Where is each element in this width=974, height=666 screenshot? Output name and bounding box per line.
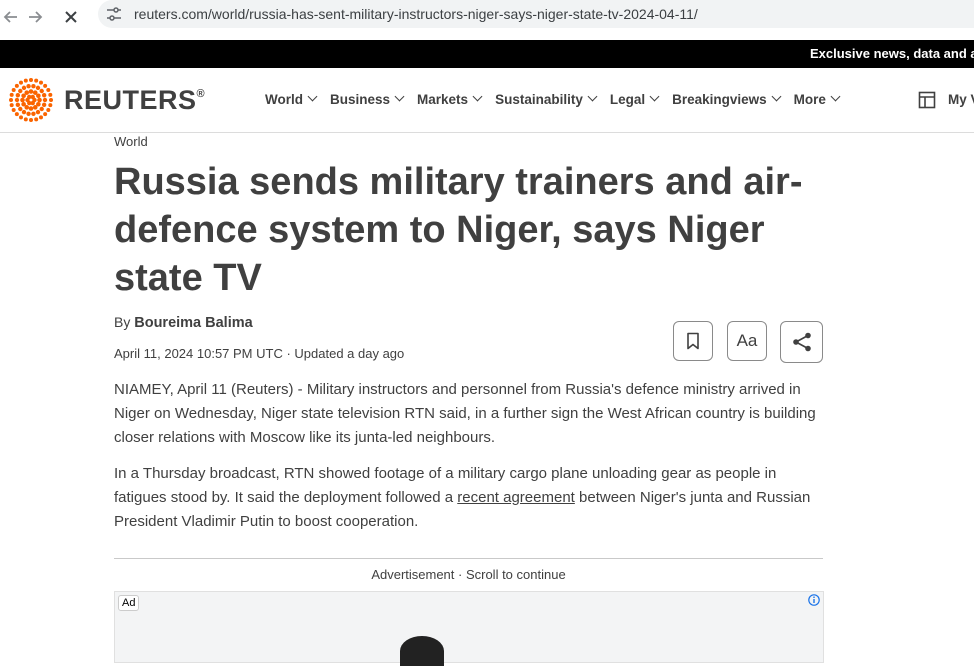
main-nav: World Business Markets Sustainability Le… bbox=[265, 91, 853, 107]
arrow-right-icon[interactable] bbox=[24, 6, 46, 28]
article-dateline: April 11, 2024 10:57 PM UTC · Updated a … bbox=[114, 346, 405, 361]
reuters-logo-text[interactable]: REUTERS® bbox=[64, 85, 205, 116]
share-button[interactable] bbox=[780, 321, 823, 363]
logo-registered-mark: ® bbox=[196, 88, 206, 100]
article-paragraph-2: In a Thursday broadcast, RTN showed foot… bbox=[114, 462, 824, 534]
chevron-down-icon bbox=[830, 91, 841, 102]
logo-wordmark: REUTERS bbox=[64, 85, 197, 115]
ad-badge: Ad bbox=[118, 595, 140, 611]
byline: By Boureima Balima bbox=[114, 314, 253, 331]
nav-item-markets[interactable]: Markets bbox=[417, 91, 483, 107]
my-view-link[interactable]: My V bbox=[948, 92, 974, 107]
close-icon[interactable] bbox=[60, 6, 82, 28]
nav-item-business[interactable]: Business bbox=[330, 91, 405, 107]
nav-label: Sustainability bbox=[495, 92, 583, 107]
nav-label: Breakingviews bbox=[672, 92, 767, 107]
bookmark-icon bbox=[687, 332, 699, 350]
article-paragraph-1: NIAMEY, April 11 (Reuters) - Military in… bbox=[114, 381, 816, 446]
chevron-down-icon bbox=[587, 91, 598, 102]
article-headline: Russia sends military trainers and air-d… bbox=[114, 161, 803, 299]
promo-banner[interactable]: Exclusive news, data and a bbox=[0, 40, 974, 68]
nav-label: Business bbox=[330, 92, 391, 107]
url-text[interactable]: reuters.com/world/russia-has-sent-milita… bbox=[134, 6, 698, 22]
section-link[interactable]: World bbox=[114, 134, 148, 149]
advertisement-slot[interactable] bbox=[114, 591, 824, 663]
advertisement-label: Advertisement · Scroll to continue bbox=[371, 567, 566, 582]
text-size-label: Aa bbox=[736, 331, 758, 350]
banner-text[interactable]: Exclusive news, data and a bbox=[810, 46, 974, 61]
bookmark-button[interactable] bbox=[673, 321, 713, 361]
nav-item-breakingviews[interactable]: Breakingviews bbox=[672, 91, 782, 107]
nav-item-legal[interactable]: Legal bbox=[609, 91, 660, 107]
browser-toolbar: reuters.com/world/russia-has-sent-milita… bbox=[0, 0, 974, 41]
arrow-left-icon[interactable] bbox=[0, 6, 22, 28]
ad-image[interactable] bbox=[400, 636, 444, 666]
recent-agreement-link[interactable]: recent agreement bbox=[457, 489, 575, 506]
author-link[interactable]: Boureima Balima bbox=[134, 315, 252, 331]
chevron-down-icon bbox=[307, 91, 318, 102]
nav-label: More bbox=[793, 92, 826, 107]
chevron-down-icon bbox=[472, 91, 483, 102]
ad-info-icon[interactable] bbox=[808, 593, 820, 606]
byline-prefix: By bbox=[114, 314, 131, 330]
nav-label: World bbox=[265, 92, 303, 107]
chevron-down-icon bbox=[649, 91, 660, 102]
nav-label: Markets bbox=[417, 92, 469, 107]
divider bbox=[114, 558, 823, 559]
chevron-down-icon bbox=[771, 91, 782, 102]
site-info-icon[interactable] bbox=[106, 7, 122, 21]
my-view-icon[interactable] bbox=[918, 91, 936, 109]
nav-item-world[interactable]: World bbox=[265, 91, 318, 107]
reuters-logo-icon[interactable] bbox=[6, 77, 56, 123]
text-size-button[interactable]: Aa bbox=[727, 321, 767, 361]
nav-item-more[interactable]: More bbox=[793, 91, 841, 107]
chevron-down-icon bbox=[394, 91, 405, 102]
share-icon bbox=[792, 332, 811, 352]
site-header: REUTERS® World Business Markets Sustaina… bbox=[0, 68, 974, 133]
nav-label: Legal bbox=[609, 92, 646, 107]
nav-item-sustainability[interactable]: Sustainability bbox=[495, 91, 598, 107]
